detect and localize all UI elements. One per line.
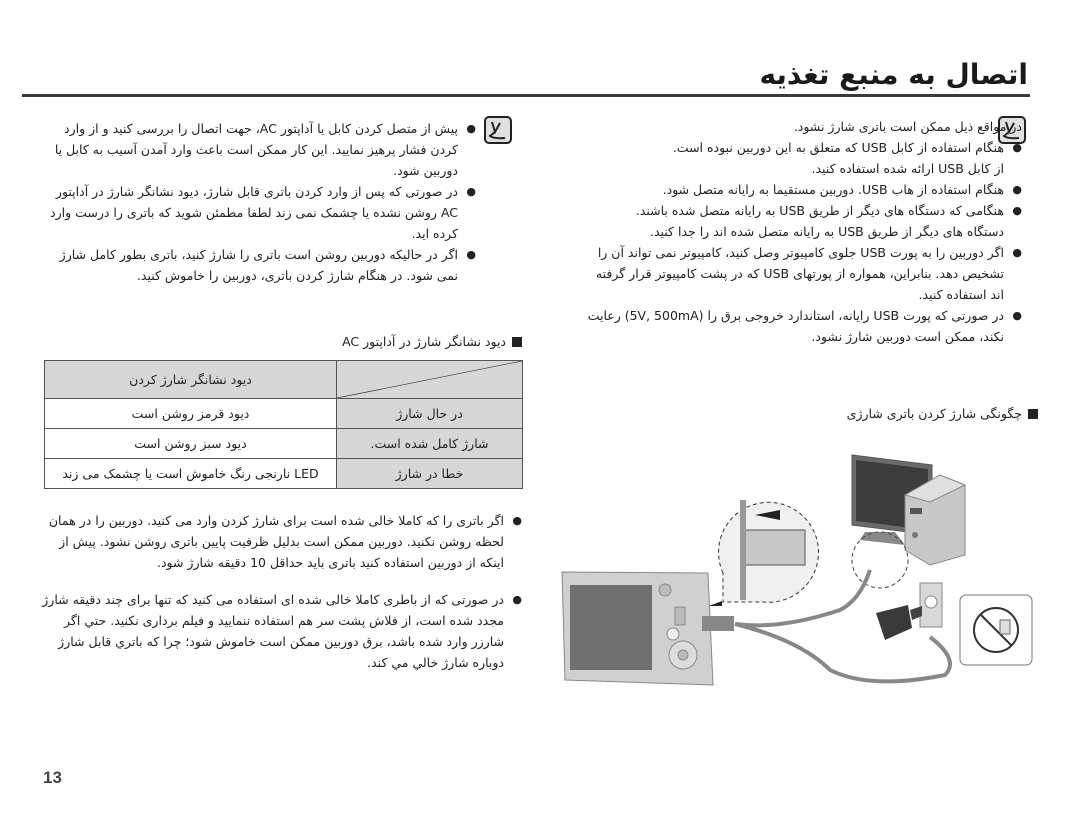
- table-corner-cell: [336, 360, 523, 399]
- wall-outlet-icon: [919, 582, 943, 628]
- page-title: اتصال به منبع تغذیه: [759, 58, 1028, 91]
- table-row: شارژ کامل شده است. دیود سبز روشن است: [44, 428, 523, 459]
- usb-cable-adapter: [734, 622, 952, 684]
- charging-section-heading: چگونگی شارژ کردن باتری شارژی: [847, 406, 1038, 421]
- prohibited-connection-icon: [959, 594, 1033, 666]
- table-row-value: LED نارنجی رنگ خاموش است یا چشمک می زند: [44, 458, 337, 489]
- right-note-item: هنگام استفاده از کابل USB که متعلق به ای…: [582, 137, 1022, 158]
- right-note-item: اگر دوربین را به پورت USB جلوی کامپیوتر …: [582, 242, 1022, 305]
- square-bullet-icon: [1028, 408, 1038, 419]
- table-row: خطا در شارژ LED نارنجی رنگ خاموش است یا …: [44, 458, 523, 489]
- title-underline: [22, 94, 1030, 97]
- square-bullet-icon: [512, 336, 522, 347]
- table-row-label: شارژ کامل شده است.: [336, 428, 523, 459]
- left-note-text: پیش از متصل کردن کابل یا آداپتور AC، جهت…: [41, 118, 476, 286]
- right-note-item: دستگاه های دیگر از طریق USB به رایانه مت…: [649, 224, 1004, 239]
- right-note-item: در صورتی که پورت USB رایانه، استاندارد خ…: [582, 305, 1022, 347]
- led-section-heading: دیود نشانگر شارژ در آداپتور AC: [342, 334, 522, 349]
- table-row-label: در حال شارژ: [336, 398, 523, 429]
- right-note-item: از کابل USB ارائه شده استفاده کنید.: [811, 161, 1004, 176]
- table-row-value: دیود قرمز روشن است: [44, 398, 337, 429]
- ac-adapter-icon: [876, 605, 922, 640]
- led-indicator-table: دیود نشانگر شارژ کردن در حال شارژ دیود ق…: [44, 360, 523, 489]
- note-pencil-icon: [484, 116, 512, 144]
- charging-section-heading-text: چگونگی شارژ کردن باتری شارژی: [846, 406, 1022, 421]
- right-note-item: هنگام استفاده از هاب USB. دوربین مستقیما…: [582, 179, 1022, 200]
- camera-port-detail: [718, 500, 819, 603]
- left-note-item: اگر در حالیکه دوربین روشن است باتری را ش…: [41, 244, 476, 286]
- table-row-label: خطا در شارژ: [336, 458, 523, 489]
- table-header-cell: دیود نشانگر شارژ کردن: [44, 360, 337, 399]
- camera-icon: [561, 571, 734, 686]
- left-note-item: پیش از متصل کردن کابل یا آداپتور AC، جهت…: [41, 118, 476, 181]
- page-number: 13: [43, 768, 62, 787]
- table-header-row: دیود نشانگر شارژ کردن: [44, 360, 523, 399]
- right-note-text: در مواقع ذیل ممکن است باتری شارژ نشود. ه…: [582, 116, 1022, 347]
- led-section-heading-text: دیود نشانگر شارژ در آداپتور AC: [342, 334, 506, 349]
- table-row-value: دیود سبز روشن است: [44, 428, 337, 459]
- charging-illustration: [561, 454, 1033, 686]
- bottom-note-item: در صورتی که از باطری کاملا خالی شده ای ا…: [42, 589, 522, 673]
- left-note-item: در صورتی که پس از وارد کردن باتری قابل ش…: [41, 181, 476, 244]
- right-note-item: هنگامی که دستگاه های دیگر از طریق USB به…: [582, 200, 1022, 221]
- right-note-intro: در مواقع ذیل ممکن است باتری شارژ نشود.: [793, 119, 1022, 134]
- bottom-note-item: اگر باتری را که کاملا خالی شده است برای …: [42, 510, 522, 573]
- bottom-notes: اگر باتری را که کاملا خالی شده است برای …: [42, 510, 522, 673]
- table-row: در حال شارژ دیود قرمز روشن است: [44, 398, 523, 429]
